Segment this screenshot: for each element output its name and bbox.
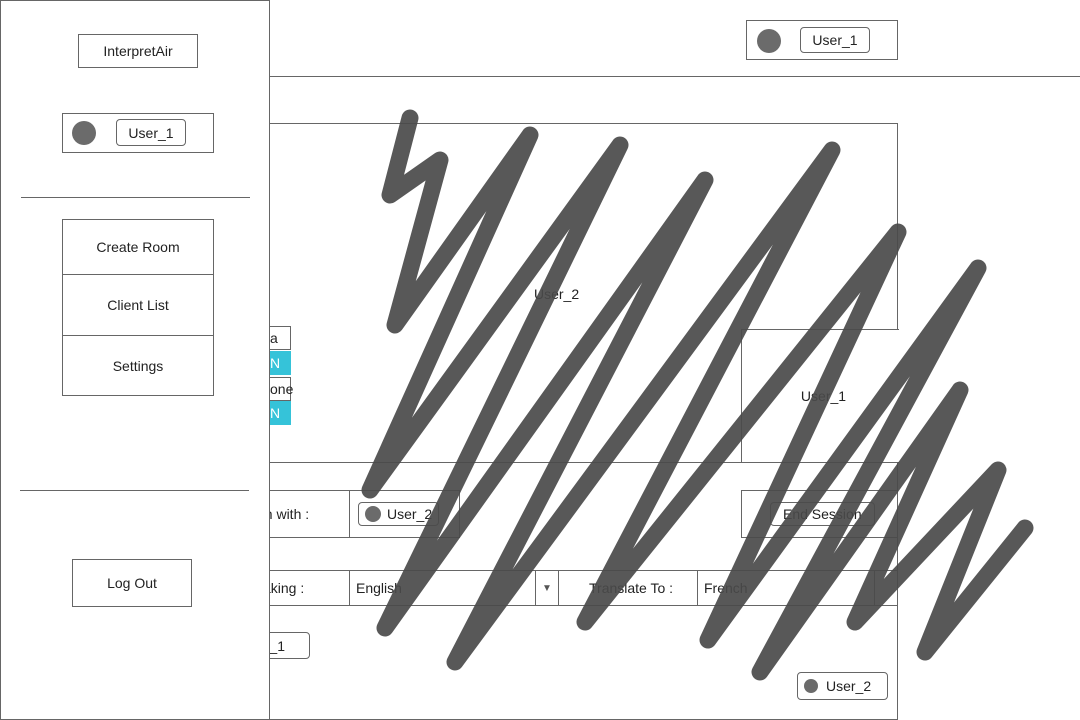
sidebar-item-label: Client List: [107, 297, 169, 313]
sidebar-item-create-room[interactable]: Create Room: [62, 219, 214, 275]
speaking-select[interactable]: English ▼: [349, 570, 559, 606]
other-user-chip[interactable]: User_2: [797, 672, 888, 700]
session-user-name: User_2: [387, 506, 433, 522]
brand-logo[interactable]: InterpretAir: [78, 34, 198, 68]
avatar: [757, 29, 781, 53]
session-with-user-cell: User_2: [349, 490, 460, 538]
video-stage: User_2 User_1: [225, 123, 899, 463]
self-video-label: User_1: [800, 388, 847, 404]
end-session-cell: End Session: [741, 490, 898, 538]
translate-label-cell: Translate To :: [558, 570, 698, 606]
end-session-button[interactable]: End Session: [770, 502, 875, 526]
sidebar-item-label: Create Room: [96, 239, 180, 255]
sidebar-divider: [21, 197, 250, 198]
brand-name: InterpretAir: [103, 43, 173, 59]
self-video-tile[interactable]: User_1: [741, 329, 899, 463]
avatar: [365, 506, 381, 522]
sidebar-divider: [20, 490, 249, 491]
chevron-down-icon[interactable]: ▼: [535, 571, 558, 605]
translate-label: Translate To :: [589, 580, 674, 596]
sidebar-user-card[interactable]: User_1: [62, 113, 214, 153]
sidebar-user-name[interactable]: User_1: [116, 119, 186, 146]
session-user-chip[interactable]: User_2: [358, 502, 440, 526]
sidebar-item-client-list[interactable]: Client List: [62, 274, 214, 336]
header-user-name[interactable]: User_1: [800, 27, 870, 53]
header-divider: [269, 76, 1080, 77]
sidebar-item-label: Settings: [112, 357, 164, 374]
avatar: [804, 679, 818, 693]
avatar: [72, 121, 96, 145]
translate-value: French: [704, 580, 748, 596]
speaking-value: English: [356, 580, 402, 596]
logout-button[interactable]: Log Out: [72, 559, 192, 607]
chevron-down-icon[interactable]: [874, 571, 897, 605]
header-user-card[interactable]: User_1: [746, 20, 898, 60]
sidebar-item-settings[interactable]: Settings: [62, 335, 214, 396]
remote-video-label: User_2: [534, 286, 580, 302]
other-user-name: User_2: [826, 678, 872, 694]
translate-select[interactable]: French: [697, 570, 898, 606]
logout-label: Log Out: [107, 575, 157, 591]
sidebar: InterpretAir User_1 Create Room Client L…: [0, 0, 270, 720]
